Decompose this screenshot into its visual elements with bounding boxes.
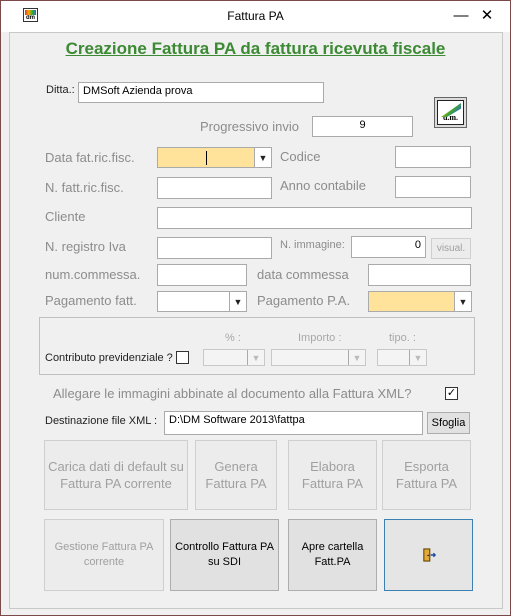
codice-label: Codice <box>280 149 321 164</box>
esporta-button[interactable]: Esporta Fattura PA <box>382 440 471 510</box>
gestione-button[interactable]: Gestione Fattura PA corrente <box>44 519 164 591</box>
text-caret <box>206 151 207 165</box>
destinazione-field[interactable]: D:\DM Software 2013\fattpa <box>164 411 423 435</box>
dm-logo-icon: d.m. <box>437 100 464 125</box>
elabora-button[interactable]: Elabora Fattura PA <box>288 440 377 510</box>
controllo-sdi-button[interactable]: Controllo Fattura PA su SDI <box>170 519 279 591</box>
percent-label: % : <box>225 332 241 344</box>
page-title: Creazione Fattura PA da fattura ricevuta… <box>65 39 446 58</box>
importo-combo[interactable]: ▼ <box>271 349 366 366</box>
title-bar: dm Fattura PA — ✕ <box>1 1 510 32</box>
num-commessa-label: num.commessa. <box>45 267 141 282</box>
pagamento-fatt-combo[interactable]: ▼ <box>157 291 247 312</box>
tipo-combo[interactable]: ▼ <box>377 349 427 366</box>
dm-logo-text: d.m. <box>442 113 459 122</box>
percent-combo[interactable]: ▼ <box>203 349 265 366</box>
allegare-checkbox[interactable]: ✓ <box>445 387 458 400</box>
cliente-field[interactable] <box>157 207 472 229</box>
chevron-down-icon[interactable]: ▼ <box>254 148 271 167</box>
chevron-down-icon: ▼ <box>409 350 426 365</box>
n-fatt-label: N. fatt.ric.fisc. <box>45 180 124 195</box>
ditta-label: Ditta.: <box>46 84 75 96</box>
cliente-label: Cliente <box>45 209 86 224</box>
progressivo-field[interactable]: 9 <box>312 116 413 137</box>
data-commessa-field[interactable] <box>368 264 471 286</box>
pagamento-pa-combo[interactable]: ▼ <box>368 291 472 312</box>
chevron-down-icon[interactable]: ▼ <box>454 292 471 311</box>
n-registro-field[interactable] <box>157 237 272 259</box>
dm-logo-button[interactable]: d.m. <box>434 97 467 128</box>
importo-label: Importo : <box>298 332 342 344</box>
pagamento-fatt-label: Pagamento fatt. <box>45 293 137 308</box>
genera-button[interactable]: Genera Fattura PA <box>195 440 277 510</box>
visual-button[interactable]: visual. <box>431 238 471 259</box>
sfoglia-button[interactable]: Sfoglia <box>427 412 470 434</box>
window-title: Fattura PA <box>227 9 284 23</box>
exit-button[interactable] <box>384 519 473 591</box>
minimize-button[interactable]: — <box>447 5 475 27</box>
chevron-down-icon: ▼ <box>247 350 264 365</box>
fattura-pa-window: dm Fattura PA — ✕ Creazione Fattura PA d… <box>0 0 511 616</box>
num-commessa-field[interactable] <box>157 264 247 286</box>
chevron-down-icon[interactable]: ▼ <box>229 292 246 311</box>
contributo-group <box>39 317 475 375</box>
close-button[interactable]: ✕ <box>473 5 501 27</box>
carica-default-button[interactable]: Carica dati di default su Fattura PA cor… <box>44 440 188 510</box>
n-immagine-label: N. immagine: <box>280 239 345 251</box>
anno-label: Anno contabile <box>280 178 367 193</box>
n-immagine-field[interactable]: 0 <box>351 236 426 258</box>
n-registro-label: N. registro Iva <box>45 239 126 254</box>
data-fat-combo[interactable]: ▼ <box>157 147 272 168</box>
codice-field[interactable] <box>395 146 471 168</box>
ditta-field[interactable]: DMSoft Azienda prova <box>78 82 324 103</box>
tipo-label: tipo. : <box>389 332 416 344</box>
data-commessa-label: data commessa <box>257 267 349 282</box>
progressivo-label: Progressivo invio <box>200 119 299 134</box>
chevron-down-icon: ▼ <box>348 350 365 365</box>
anno-field[interactable] <box>395 176 471 198</box>
exit-door-icon <box>422 548 436 562</box>
apre-cartella-button[interactable]: Apre cartella Fatt.PA <box>288 519 377 591</box>
destinazione-label: Destinazione file XML : <box>45 415 158 427</box>
data-fat-label: Data fat.ric.fisc. <box>45 150 135 165</box>
pagamento-pa-label: Pagamento P.A. <box>257 293 350 308</box>
contributo-label: Contributo previdenziale ? <box>45 352 173 364</box>
contributo-checkbox[interactable] <box>176 351 189 364</box>
allegare-label: Allegare le immagini abbinate al documen… <box>53 386 412 401</box>
n-fatt-field[interactable] <box>157 177 272 199</box>
